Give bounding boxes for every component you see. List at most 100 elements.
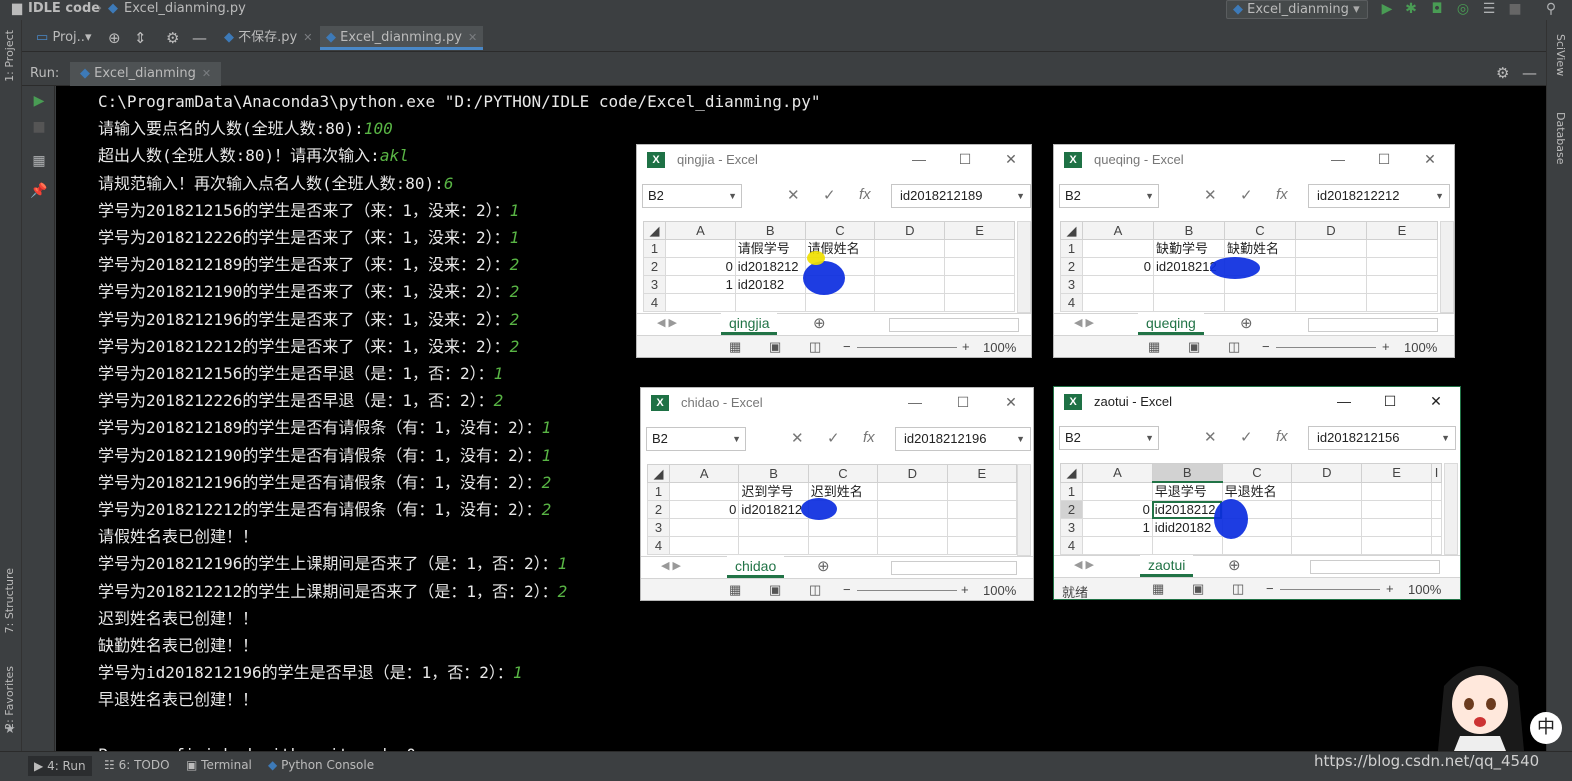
run-configuration-select[interactable]: ◆ Excel_dianming ▾: [1226, 0, 1368, 19]
select-all-corner[interactable]: ◢: [643, 221, 666, 240]
cell[interactable]: [1151, 536, 1223, 555]
row-header[interactable]: 1: [643, 239, 666, 258]
run-icon[interactable]: ▶: [1378, 0, 1396, 18]
column-header[interactable]: A: [1082, 221, 1154, 240]
cell[interactable]: [1366, 257, 1438, 276]
horizontal-scrollbar[interactable]: [1310, 560, 1440, 574]
column-header[interactable]: E: [944, 221, 1015, 240]
row-header[interactable]: 3: [1060, 518, 1083, 537]
cell[interactable]: 0: [668, 500, 740, 519]
cell[interactable]: [1082, 293, 1154, 312]
cell[interactable]: 0: [1082, 257, 1154, 276]
cancel-icon[interactable]: ✕: [787, 186, 800, 204]
cell[interactable]: [1295, 257, 1367, 276]
row-header[interactable]: 1: [647, 482, 670, 501]
normal-view-icon[interactable]: ▦: [1148, 339, 1160, 355]
run-tool-tab[interactable]: ▶ 4: Run: [28, 756, 92, 776]
zoom-slider[interactable]: [1276, 347, 1376, 348]
column-header[interactable]: B: [738, 464, 809, 483]
page-break-icon[interactable]: ◫: [1228, 339, 1240, 355]
maximize-icon[interactable]: ☐: [955, 149, 975, 169]
zoom-slider[interactable]: [1280, 589, 1380, 590]
column-header[interactable]: D: [874, 221, 946, 240]
formula-bar[interactable]: id2018212196 ▼: [895, 427, 1031, 451]
row-header[interactable]: 2: [1060, 500, 1083, 519]
row-header[interactable]: 3: [647, 518, 670, 537]
collapse-icon[interactable]: ⇕: [128, 26, 153, 50]
excel-window-chidao[interactable]: X chidao - Excel — ☐ ✕ B2 ▼ ✕ ✓ fx id2018…: [640, 387, 1034, 601]
cell[interactable]: [946, 482, 1018, 501]
zoom-out-icon[interactable]: −: [843, 582, 851, 597]
vertical-scrollbar[interactable]: [1017, 221, 1031, 313]
row-header[interactable]: 3: [1060, 275, 1083, 294]
selected-cell[interactable]: id2018212: [1151, 500, 1223, 519]
zoom-out-icon[interactable]: −: [1266, 581, 1274, 596]
minimize-icon[interactable]: —: [1334, 391, 1354, 411]
cell[interactable]: [1153, 275, 1225, 294]
editor-tab-bubaocun[interactable]: ◆ 不保存.py ✕: [218, 26, 318, 50]
minimize-icon[interactable]: —: [1328, 149, 1348, 169]
cell[interactable]: [1291, 500, 1363, 519]
terminal-tool-tab[interactable]: ▣ Terminal: [186, 758, 252, 772]
enter-icon[interactable]: ✓: [827, 429, 840, 447]
cell[interactable]: 请假学号: [734, 239, 806, 258]
row-header[interactable]: 2: [643, 257, 666, 276]
add-sheet-icon[interactable]: ⊕: [813, 314, 826, 332]
cell[interactable]: [877, 536, 948, 555]
cell[interactable]: [1295, 239, 1367, 258]
cell[interactable]: [946, 536, 1018, 555]
page-layout-icon[interactable]: ▣: [769, 582, 781, 598]
name-box[interactable]: B2 ▼: [1059, 426, 1159, 450]
database-tool-tab[interactable]: Database: [1554, 112, 1567, 165]
sheet-tab-queqing[interactable]: queqing: [1138, 313, 1204, 335]
vertical-scrollbar[interactable]: [1017, 464, 1031, 556]
page-break-icon[interactable]: ◫: [1232, 581, 1244, 597]
row-header[interactable]: 4: [647, 536, 670, 555]
excel-window-zaotui[interactable]: X zaotui - Excel — ☐ ✕ B2 ▼ ✕ ✓ fx id2018…: [1053, 386, 1461, 600]
cell[interactable]: [877, 518, 948, 537]
cell[interactable]: 缺勤学号: [1153, 239, 1225, 258]
column-header[interactable]: A: [1082, 463, 1153, 483]
gear-icon[interactable]: ⚙: [1496, 64, 1509, 82]
cell[interactable]: [1082, 481, 1153, 501]
function-icon[interactable]: fx: [1276, 186, 1288, 203]
column-header[interactable]: B: [734, 221, 806, 240]
chevron-left-icon[interactable]: ◀ ▶: [1074, 558, 1094, 571]
column-header[interactable]: E: [946, 464, 1018, 483]
cell[interactable]: [668, 482, 740, 501]
cell[interactable]: [807, 536, 879, 555]
page-break-icon[interactable]: ◫: [809, 582, 821, 598]
pin-icon[interactable]: 📌: [30, 182, 48, 200]
enter-icon[interactable]: ✓: [1240, 428, 1253, 446]
horizontal-scrollbar[interactable]: [891, 561, 1017, 575]
cell[interactable]: [1295, 293, 1367, 312]
breadcrumb-file[interactable]: Excel_dianming.py: [124, 1, 246, 16]
gear-icon[interactable]: ⚙: [160, 26, 185, 50]
close-icon[interactable]: ✕: [303, 31, 312, 44]
column-header[interactable]: E: [1366, 221, 1438, 240]
formula-bar[interactable]: id2018212212 ▼: [1308, 184, 1450, 208]
column-header[interactable]: A: [668, 464, 740, 483]
debug-icon[interactable]: ✱: [1402, 0, 1420, 18]
cell[interactable]: 1: [665, 275, 736, 294]
page-layout-icon[interactable]: ▣: [769, 339, 781, 355]
structure-tool-tab[interactable]: 7: Structure: [3, 568, 16, 633]
cell[interactable]: 迟到学号: [738, 482, 809, 501]
cell[interactable]: [1224, 293, 1296, 312]
cancel-icon[interactable]: ✕: [791, 429, 804, 447]
sheet-tab-qingjia[interactable]: qingjia: [721, 313, 778, 335]
cell[interactable]: [946, 518, 1018, 537]
normal-view-icon[interactable]: ▦: [729, 582, 741, 598]
column-header[interactable]: E: [1361, 463, 1432, 483]
spreadsheet-grid[interactable]: ◢ A B C D E I 1 早退学号 早退姓名 2 0 id2018212 3 1 idid2018…: [1060, 463, 1442, 555]
name-box[interactable]: B2 ▼: [1059, 184, 1159, 208]
zoom-slider[interactable]: [857, 590, 957, 591]
horizontal-scrollbar[interactable]: [1308, 318, 1438, 332]
select-all-corner[interactable]: ◢: [647, 464, 670, 483]
zoom-level[interactable]: 100%: [1408, 582, 1441, 597]
row-header[interactable]: 3: [643, 275, 666, 294]
cell[interactable]: [1431, 481, 1442, 501]
cell[interactable]: [1361, 518, 1432, 537]
close-icon[interactable]: ✕: [1426, 391, 1446, 411]
close-icon[interactable]: ✕: [1001, 392, 1021, 412]
